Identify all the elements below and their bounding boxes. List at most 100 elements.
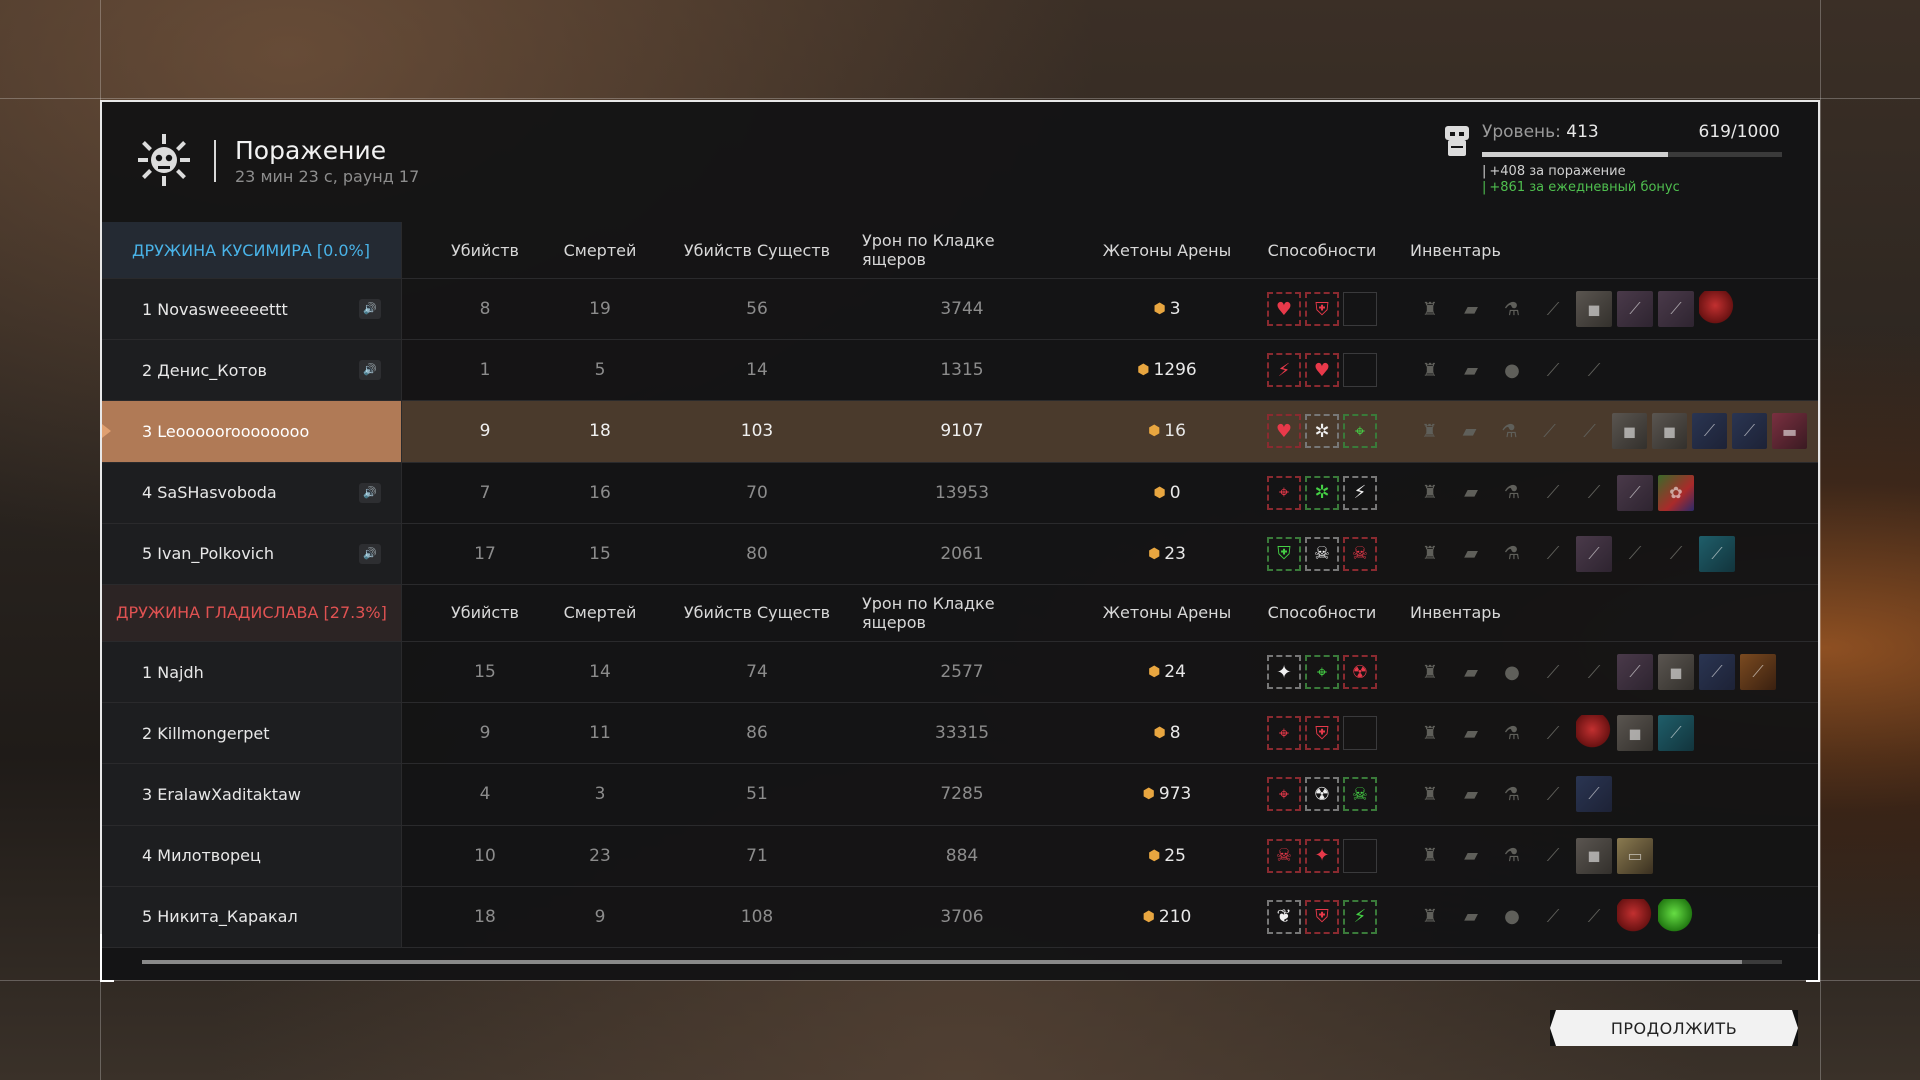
inventory-red-icon[interactable] [1617,898,1653,935]
inventory-bottle-icon[interactable]: ⚗ [1494,291,1530,327]
inventory-armor-icon[interactable]: ♜ [1412,352,1448,388]
ability-gear-icon[interactable]: ✲ [1305,414,1339,449]
player-row[interactable]: 4 Милотворец 10 23 71 884 ⬢ 25 ☠ ✦ ♜ ▰ ⚗ ⟋ ◼ ▭ [102,825,1818,887]
scrollbar-thumb[interactable] [142,960,1742,964]
inventory-stone-icon[interactable]: ◼ [1652,413,1687,450]
player-name-cell[interactable]: 2 Денис_Котов 🔊 [102,340,402,401]
inventory-blade-icon[interactable]: ⟋ [1535,291,1571,327]
ability-target-icon[interactable]: ⌖ [1267,475,1301,510]
player-row[interactable]: 5 Никита_Каракал 18 9 108 3706 ⬢ 210 ❦ ⛨ ⚡ ♜ ▰ ● ⟋ ⟋ [102,886,1818,948]
inventory-blade-icon[interactable]: ⟋ [1535,352,1571,388]
inventory-blade-icon[interactable]: ⟋ [1535,654,1571,690]
inventory-stone-icon[interactable]: ◼ [1576,837,1612,874]
ability-target-icon[interactable]: ⌖ [1305,655,1339,690]
player-name-cell[interactable]: 2 Killmongerpet [102,703,402,764]
inventory-armor-icon[interactable]: ♜ [1412,715,1448,751]
ability-shield-icon[interactable]: ⛨ [1305,716,1339,751]
inventory-red-icon[interactable] [1699,291,1735,328]
player-row[interactable]: 1 Najdh 15 14 74 2577 ⬢ 24 ✦ ⌖ ☢ ♜ ▰ ● ⟋ ⟋ ⟋ ◼ ⟋ ⟋ [102,641,1818,704]
inventory-bottle-icon[interactable]: ⚗ [1492,413,1527,449]
player-row[interactable]: 3 Leoooooroooooooo 9 18 103 9107 ⬢ 16 ♥ ✲ ⌖ ♜ ▰ ⚗ ⟋ ⟋ ◼… [102,401,1818,463]
inventory-bottle-icon[interactable]: ⚗ [1494,715,1530,751]
inventory-blade-icon[interactable]: ⟋ [1535,899,1571,935]
ability-drop-icon[interactable]: ❦ [1267,899,1301,934]
inventory-armor-icon[interactable]: ♜ [1412,475,1448,511]
ability-target-icon[interactable]: ⌖ [1267,716,1301,751]
player-name-cell[interactable]: 1 Najdh [102,641,402,703]
inventory-armor-icon[interactable]: ♜ [1412,654,1448,690]
player-row[interactable]: 4 SaSHasvoboda 🔊 7 16 70 13953 ⬢ 0 ⌖ ✲ ⚡ ♜ ▰ ⚗ ⟋ ⟋ ⟋ ✿ [102,462,1818,524]
ability-target-icon[interactable]: ⌖ [1343,414,1377,449]
inventory-axe-icon[interactable]: ⟋ [1576,352,1612,388]
inventory-green-icon[interactable] [1658,898,1694,935]
player-row[interactable]: 1 Novasweeeeettt 🔊 8 19 56 3744 ⬢ 3 ♥ ⛨ ♜ ▰ ⚗ ⟋ ◼ ⟋ ⟋ [102,279,1818,341]
inventory-armor-icon[interactable]: ♜ [1412,413,1447,449]
inventory-blue-icon[interactable]: ⟋ [1692,413,1727,450]
inventory-armor-icon[interactable]: ♜ [1412,776,1448,812]
ability-rad-icon[interactable]: ☢ [1343,655,1377,690]
inventory-grenade-icon[interactable]: ● [1494,352,1530,388]
speaker-mute-icon[interactable]: 🔊 [359,543,381,564]
inventory-ammo-icon[interactable]: ▰ [1452,413,1487,449]
continue-button[interactable]: ПРОДОЛЖИТЬ [1550,1010,1798,1046]
ability-shield-icon[interactable]: ⛨ [1267,536,1301,571]
player-row[interactable]: 2 Killmongerpet 9 11 86 33315 ⬢ 8 ⌖ ⛨ ♜ ▰ ⚗ ⟋ ◼ ⟋ [102,703,1818,765]
ability-heart-icon[interactable]: ♥ [1267,414,1301,449]
inventory-axe-icon[interactable]: ⟋ [1576,475,1612,511]
ability-gear-icon[interactable]: ✲ [1305,475,1339,510]
inventory-stone-icon[interactable]: ◼ [1658,654,1694,691]
ability-target-icon[interactable]: ⌖ [1267,777,1301,812]
inventory-blue-icon[interactable]: ⟋ [1699,654,1735,691]
ability-skull-icon[interactable]: ☠ [1343,536,1377,571]
inventory-multi-icon[interactable]: ✿ [1658,474,1694,511]
inventory-paper-icon[interactable]: ▭ [1617,837,1653,874]
inventory-armor-icon[interactable]: ♜ [1412,838,1448,874]
inventory-grenade-icon[interactable]: ● [1494,899,1530,935]
ability-shield-icon[interactable]: ⛨ [1305,292,1339,327]
inventory-ammo-icon[interactable]: ▰ [1453,536,1489,572]
ability-heart-icon[interactable]: ♥ [1305,353,1339,388]
empty-ability-slot[interactable] [1343,292,1377,327]
inventory-ammo-icon[interactable]: ▰ [1453,291,1489,327]
inventory-ammo-icon[interactable]: ▰ [1453,352,1489,388]
ability-skull-icon[interactable]: ☠ [1305,536,1339,571]
inventory-purple-icon[interactable]: ⟋ [1576,535,1612,572]
inventory-bottle-icon[interactable]: ⚗ [1494,475,1530,511]
inventory-stone-icon[interactable]: ◼ [1576,291,1612,328]
player-name-cell[interactable]: 3 Leoooooroooooooo [102,401,402,462]
inventory-teal-icon[interactable]: ⟋ [1658,715,1694,752]
inventory-ammo-icon[interactable]: ▰ [1453,838,1489,874]
speaker-mute-icon[interactable]: 🔊 [359,482,381,503]
inventory-armor-icon[interactable]: ♜ [1412,536,1448,572]
inventory-teal-icon[interactable]: ⟋ [1699,535,1735,572]
player-name-cell[interactable]: 3 EralawXaditaktaw [102,764,402,825]
inventory-blade-icon[interactable]: ⟋ [1617,536,1653,572]
inventory-blade-icon[interactable]: ⟋ [1535,838,1571,874]
inventory-armor-icon[interactable]: ♜ [1412,899,1448,935]
inventory-ammo-icon[interactable]: ▰ [1453,776,1489,812]
player-name-cell[interactable]: 5 Никита_Каракал [102,886,402,947]
inventory-blade-icon[interactable]: ⟋ [1535,776,1571,812]
inventory-grenade-icon[interactable]: ● [1494,654,1530,690]
ability-skull-icon[interactable]: ☠ [1343,777,1377,812]
inventory-purple-icon[interactable]: ⟋ [1658,291,1694,328]
ability-skull-icon[interactable]: ☠ [1267,838,1301,873]
ability-wing-icon[interactable]: ✦ [1305,838,1339,873]
inventory-purple-icon[interactable]: ⟋ [1617,654,1653,691]
ability-bolt-icon[interactable]: ⚡ [1343,475,1377,510]
player-row[interactable]: 5 Ivan_Polkovich 🔊 17 15 80 2061 ⬢ 23 ⛨ ☠ ☠ ♜ ▰ ⚗ ⟋ ⟋ ⟋ ⟋… [102,523,1818,585]
inventory-rifle-icon[interactable]: ⟋ [1532,413,1567,449]
speaker-mute-icon[interactable]: 🔊 [359,360,381,381]
inventory-blade-icon[interactable]: ⟋ [1535,536,1571,572]
inventory-ammo-icon[interactable]: ▰ [1453,715,1489,751]
inventory-purple-icon[interactable]: ⟋ [1617,291,1653,328]
inventory-ammo-icon[interactable]: ▰ [1453,654,1489,690]
inventory-bottle-icon[interactable]: ⚗ [1494,776,1530,812]
inventory-axe-icon[interactable]: ⟋ [1576,654,1612,690]
empty-ability-slot[interactable] [1343,838,1377,873]
inventory-armor-icon[interactable]: ♜ [1412,291,1448,327]
ability-shield-icon[interactable]: ⛨ [1305,899,1339,934]
inventory-ammo-icon[interactable]: ▰ [1453,475,1489,511]
player-row[interactable]: 2 Денис_Котов 🔊 1 5 14 1315 ⬢ 1296 ⚡ ♥ ♜ ▰ ● ⟋ ⟋ [102,340,1818,402]
inventory-purple-icon[interactable]: ⟋ [1617,474,1653,511]
